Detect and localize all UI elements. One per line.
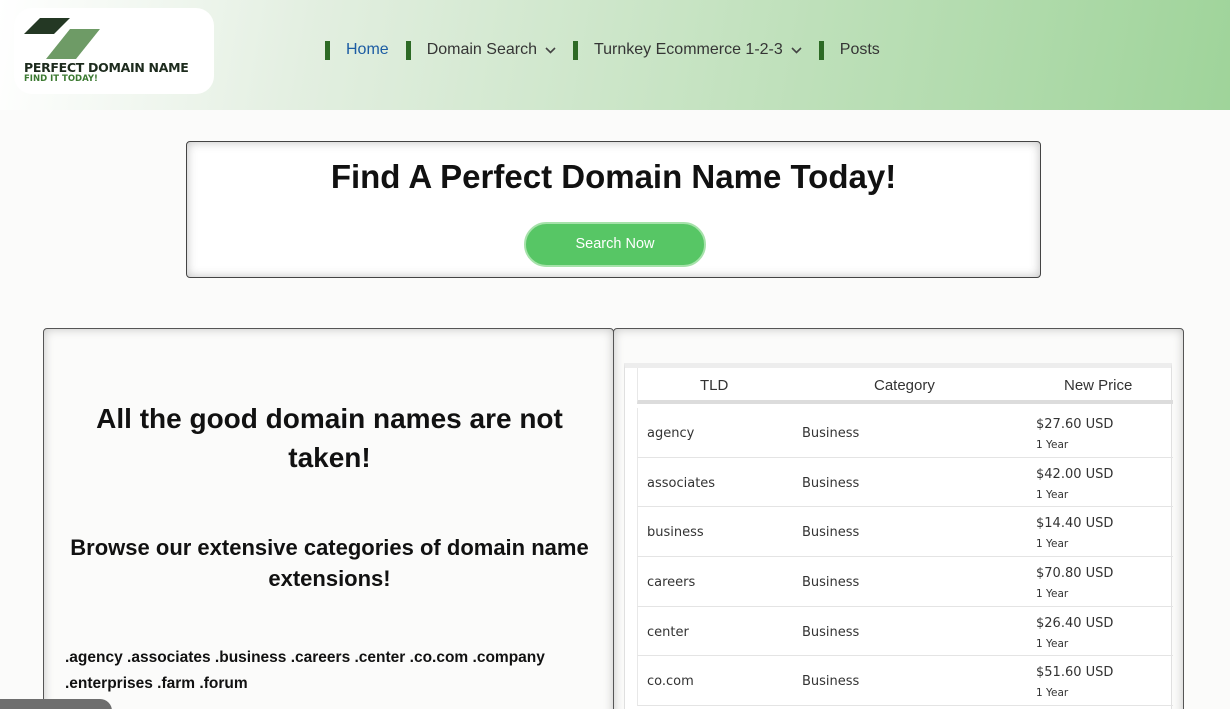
price-cell: $27.60 USD [1036, 417, 1114, 432]
category-cell: Business [802, 624, 860, 640]
column-header-tld[interactable]: TLD [700, 377, 728, 394]
hero-box: Find A Perfect Domain Name Today! Search… [186, 141, 1041, 278]
nav-divider [405, 40, 411, 60]
price-cell: $51.60 USD [1036, 665, 1114, 681]
column-header-new-price[interactable]: New Price [1064, 377, 1132, 394]
table-row[interactable]: business Business $14.40 USD 1 Year [637, 507, 1173, 558]
chevron-down-icon [791, 46, 802, 54]
period-cell: 1 Year [1036, 439, 1069, 451]
category-cell: Business [802, 525, 860, 541]
nav-label: Domain Search [426, 41, 537, 58]
tld-table: TLD Category New Price agency Business $… [624, 363, 1173, 709]
category-cell: Business [802, 426, 860, 441]
table-row[interactable]: center Business $26.40 USD 1 Year [637, 606, 1173, 657]
nav-item-posts[interactable]: Posts [818, 40, 880, 60]
price-cell: $26.40 USD [1036, 615, 1114, 631]
period-cell: 1 Year [1036, 637, 1069, 650]
nav-divider [572, 40, 578, 60]
floating-corner-tab[interactable] [0, 699, 112, 709]
period-cell: 1 Year [1036, 687, 1069, 700]
site-header: PERFECT DOMAIN NAME FIND IT TODAY! Home … [0, 0, 1230, 110]
tld-panel: TLD Category New Price agency Business $… [613, 328, 1184, 709]
hero-title: Find A Perfect Domain Name Today! [330, 158, 897, 195]
tld-cell: co.com [647, 674, 694, 690]
tld-cell: careers [647, 575, 696, 591]
table-row[interactable]: agency Business $27.60 USD 1 Year [637, 408, 1173, 458]
price-cell: $42.00 USD [1036, 466, 1114, 482]
nav-label: Home [346, 41, 389, 58]
info-panel: All the good domain names are not taken!… [43, 328, 614, 709]
column-header-category[interactable]: Category [874, 377, 935, 394]
logo-title: PERFECT DOMAIN NAME [24, 60, 189, 75]
period-cell: 1 Year [1036, 538, 1069, 551]
nav-label: Posts [839, 41, 880, 58]
tld-cell: business [647, 525, 704, 541]
extension-list: .agency .associates .business .careers .… [65, 649, 545, 692]
table-row[interactable]: associates Business $42.00 USD 1 Year [637, 457, 1173, 508]
info-subheading: Browse our extensive categories of domai… [70, 535, 589, 591]
category-cell: Business [802, 575, 860, 591]
nav-item-turnkey-ecommerce[interactable]: Turnkey Ecommerce 1-2-3 [572, 40, 802, 60]
price-cell: $70.80 USD [1036, 566, 1114, 582]
price-cell: $14.40 USD [1036, 516, 1114, 532]
chevron-down-icon [545, 46, 556, 54]
tld-cell: associates [647, 475, 716, 491]
site-logo[interactable]: PERFECT DOMAIN NAME FIND IT TODAY! [14, 8, 214, 94]
nav-label: Turnkey Ecommerce 1-2-3 [593, 41, 783, 58]
table-row[interactable]: careers Business $70.80 USD 1 Year [637, 557, 1173, 607]
table-row[interactable]: co.com Business $51.60 USD 1 Year [637, 656, 1173, 707]
nav-item-domain-search[interactable]: Domain Search [405, 40, 556, 60]
category-cell: Business [802, 674, 860, 690]
main-nav: Home Domain Search Turnkey Ecommerce 1-2… [325, 38, 897, 62]
tld-cell: agency [647, 426, 695, 441]
category-cell: Business [802, 475, 860, 491]
period-cell: 1 Year [1036, 588, 1069, 601]
tld-cell: center [647, 624, 689, 640]
nav-divider [325, 40, 330, 60]
search-now-button[interactable]: Search Now [524, 222, 706, 267]
logo-mark-icon [24, 18, 100, 59]
table-body: agency Business $27.60 USD 1 Year associ… [637, 408, 1173, 707]
logo-tagline: FIND IT TODAY! [24, 74, 98, 84]
nav-item-home[interactable]: Home [325, 40, 389, 60]
period-cell: 1 Year [1036, 488, 1069, 501]
nav-divider [818, 40, 824, 60]
table-header: TLD Category New Price [637, 368, 1173, 404]
info-heading: All the good domain names are not taken! [96, 403, 563, 473]
